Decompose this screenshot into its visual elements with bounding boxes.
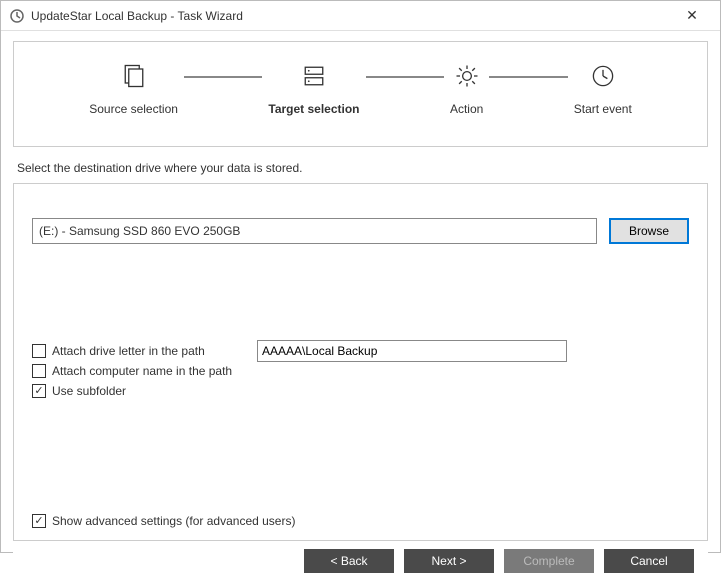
advanced-label: Show advanced settings (for advanced use… — [52, 514, 295, 528]
step-target-label: Target selection — [268, 102, 359, 116]
subfolder-input[interactable] — [257, 340, 567, 362]
step-start[interactable]: Start event — [568, 60, 638, 116]
drive-icon — [298, 60, 330, 92]
step-target[interactable]: Target selection — [262, 60, 365, 116]
titlebar: UpdateStar Local Backup - Task Wizard ✕ — [1, 1, 720, 31]
destination-input[interactable] — [32, 218, 597, 244]
documents-icon — [118, 60, 150, 92]
step-start-label: Start event — [574, 102, 632, 116]
attach-computer-label: Attach computer name in the path — [52, 364, 232, 378]
body-panel: Browse Attach drive letter in the path A… — [13, 183, 708, 541]
app-icon — [9, 8, 25, 24]
step-source[interactable]: Source selection — [83, 60, 184, 116]
attach-drive-checkbox[interactable] — [32, 344, 46, 358]
browse-button[interactable]: Browse — [609, 218, 689, 244]
attach-drive-label: Attach drive letter in the path — [52, 344, 205, 358]
step-action-label: Action — [450, 102, 483, 116]
use-subfolder-checkbox[interactable] — [32, 384, 46, 398]
advanced-row: Show advanced settings (for advanced use… — [32, 514, 295, 528]
attach-computer-checkbox[interactable] — [32, 364, 46, 378]
step-action[interactable]: Action — [444, 60, 489, 116]
use-subfolder-label: Use subfolder — [52, 384, 126, 398]
instruction-text: Select the destination drive where your … — [17, 161, 708, 175]
wizard-steps-panel: Source selection Target selection Action… — [13, 41, 708, 147]
close-button[interactable]: ✕ — [672, 7, 712, 24]
advanced-checkbox[interactable] — [32, 514, 46, 528]
footer-buttons: < Back Next > Complete Cancel — [13, 543, 708, 579]
content-area: Source selection Target selection Action… — [1, 31, 720, 579]
options-group: Attach drive letter in the path Attach c… — [32, 344, 689, 404]
gear-icon — [451, 60, 483, 92]
destination-row: Browse — [32, 218, 689, 244]
window-title: UpdateStar Local Backup - Task Wizard — [31, 9, 672, 23]
clock-icon — [587, 60, 619, 92]
option-attach-computer: Attach computer name in the path — [32, 364, 689, 378]
option-use-subfolder: Use subfolder — [32, 384, 689, 398]
step-source-label: Source selection — [89, 102, 178, 116]
